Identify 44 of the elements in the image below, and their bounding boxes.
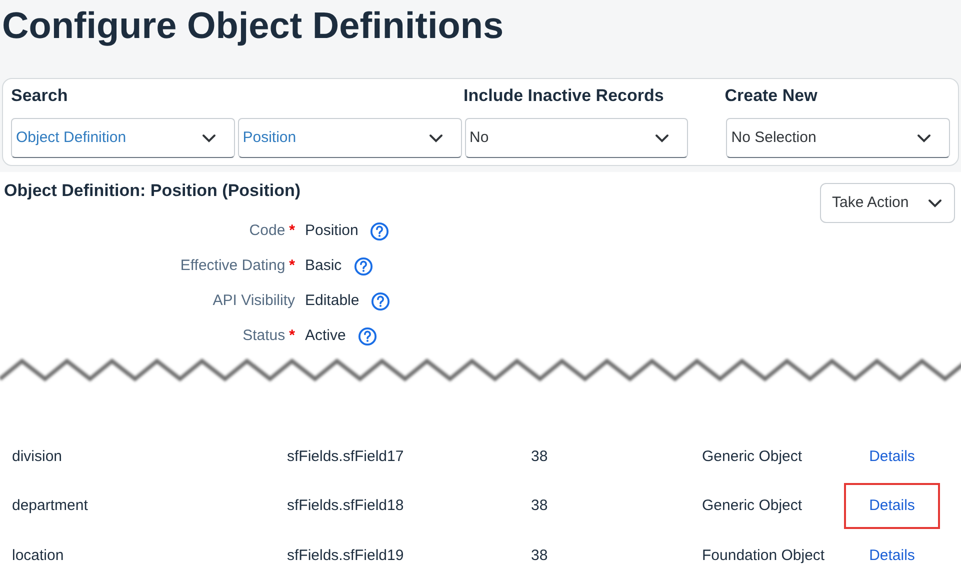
details-link[interactable]: Details [869, 446, 915, 468]
section-heading: Include Inactive Records [464, 86, 664, 105]
table-cell: sfFields.sfField18 [287, 497, 404, 514]
chevron-down-icon [202, 134, 216, 142]
field-label: Status [242, 326, 286, 346]
dropdown-select[interactable]: Position [238, 118, 462, 158]
help-icon[interactable] [371, 292, 390, 310]
required-asterisk: * [289, 326, 295, 346]
chevron-down-icon [428, 134, 442, 142]
chevron-down-icon [655, 134, 670, 142]
take-action-button[interactable]: Take Action [820, 183, 955, 223]
page-title: Configure Object Definitions [1, 4, 505, 48]
field-label: Effective Dating [180, 256, 286, 276]
field-value: Editable [305, 290, 360, 311]
help-icon[interactable] [358, 326, 377, 346]
required-asterisk: * [289, 220, 295, 241]
table-cell: 38 [531, 497, 548, 514]
required-asterisk: * [289, 256, 295, 276]
dropdown-select[interactable]: Object Definition [11, 118, 235, 158]
field-label: API Visibility [212, 290, 295, 311]
table-cell: location [12, 546, 64, 564]
table-cell: department [12, 497, 88, 514]
table-cell: division [12, 448, 62, 464]
detail-title: Object Definition: Position (Position) [4, 180, 301, 202]
field-value: Active [305, 326, 346, 346]
dropdown-select[interactable]: No [464, 118, 688, 158]
table-cell: Foundation Object [702, 546, 825, 564]
section-heading: Create New [724, 86, 818, 105]
field-label: Code [249, 220, 286, 241]
details-link[interactable]: Details [869, 544, 915, 567]
table-cell: sfFields.sfField19 [287, 546, 404, 564]
chevron-down-icon [917, 134, 931, 142]
table-cell: Generic Object [702, 497, 802, 514]
table-cell: sfFields.sfField17 [287, 448, 404, 464]
table-cell: 38 [531, 546, 548, 564]
table-cell: Generic Object [702, 448, 802, 464]
section-heading: Search [11, 86, 68, 105]
field-value: Position [305, 220, 358, 241]
field-value: Basic [305, 256, 342, 276]
table-cell: 38 [531, 448, 548, 464]
help-icon[interactable] [354, 256, 373, 276]
chevron-down-icon [928, 198, 942, 208]
help-icon[interactable] [370, 222, 390, 240]
dropdown-select[interactable]: No Selection [726, 118, 950, 158]
